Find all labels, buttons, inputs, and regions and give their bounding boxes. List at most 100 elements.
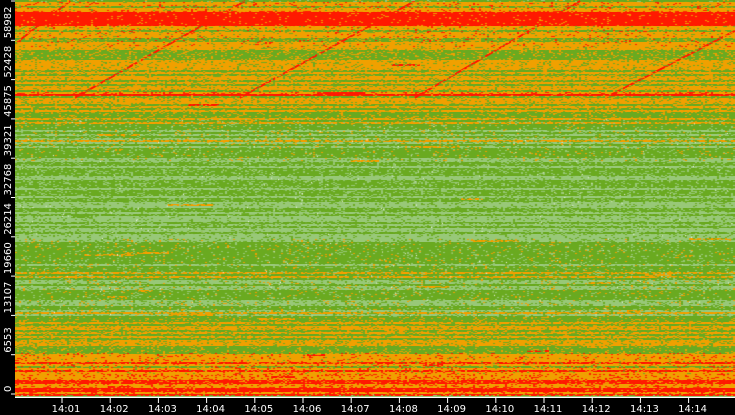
heatmap-row bbox=[15, 64, 735, 66]
heatmap-row bbox=[15, 180, 735, 182]
heatmap-segment bbox=[689, 238, 731, 240]
heatmap-row bbox=[15, 368, 735, 370]
heatmap-row bbox=[15, 390, 735, 392]
heatmap-row bbox=[15, 264, 735, 266]
heatmap-row bbox=[15, 338, 735, 340]
heatmap-segment bbox=[409, 12, 429, 14]
heatmap-segment bbox=[122, 24, 146, 26]
heatmap-row bbox=[15, 332, 735, 334]
heatmap-row bbox=[15, 36, 735, 38]
x-tick-label: 14:11 bbox=[534, 404, 563, 415]
heatmap-row bbox=[15, 192, 735, 194]
y-tick-label: 0 bbox=[3, 386, 14, 392]
heatmap-segment bbox=[240, 120, 255, 122]
heatmap-row bbox=[15, 60, 735, 62]
heatmap-row bbox=[15, 88, 735, 90]
heatmap-row bbox=[15, 6, 735, 8]
heatmap-segment bbox=[72, 216, 93, 218]
heatmap-row bbox=[15, 108, 735, 110]
heatmap-row bbox=[15, 270, 735, 272]
heatmap-row bbox=[15, 198, 735, 200]
heatmap-row bbox=[15, 246, 735, 248]
y-tick-label: 32768 bbox=[3, 164, 14, 196]
heatmap-segment bbox=[334, 16, 375, 18]
heatmap-segment bbox=[107, 296, 126, 298]
y-tick-label: 52428 bbox=[3, 46, 14, 78]
heatmap-segment bbox=[297, 180, 323, 182]
heatmap-segment bbox=[428, 132, 455, 134]
x-tick-label: 14:06 bbox=[293, 404, 322, 415]
heatmap-segment bbox=[586, 382, 598, 384]
heatmap-row bbox=[15, 286, 735, 288]
heatmap-row bbox=[15, 14, 735, 16]
heatmap-row bbox=[15, 370, 735, 372]
heatmap-segment bbox=[643, 274, 672, 276]
x-tick-label: 14:03 bbox=[148, 404, 177, 415]
x-tick-label: 14:10 bbox=[485, 404, 514, 415]
heatmap-row bbox=[15, 188, 735, 190]
heatmap-segment bbox=[344, 292, 391, 294]
heatmap-row bbox=[15, 234, 735, 236]
heatmap-row bbox=[15, 136, 735, 138]
heatmap-row bbox=[15, 220, 735, 222]
heatmap-row bbox=[15, 140, 735, 142]
heatmap-row bbox=[15, 50, 735, 52]
heatmap-row bbox=[15, 28, 735, 30]
heatmap-row bbox=[15, 250, 735, 252]
heatmap-row bbox=[15, 372, 735, 374]
y-tick-label: 39321 bbox=[3, 124, 14, 156]
heatmap-row bbox=[15, 144, 735, 146]
heatmap-row bbox=[15, 210, 735, 212]
heatmap-row bbox=[15, 106, 735, 108]
heatmap-segment bbox=[258, 318, 295, 320]
heatmap-row bbox=[15, 118, 735, 120]
heatmap-row bbox=[15, 92, 735, 94]
heatmap-row bbox=[15, 8, 735, 10]
heatmap-row bbox=[15, 38, 735, 40]
heatmap-segment bbox=[350, 160, 380, 162]
heatmap-row bbox=[15, 388, 735, 390]
x-axis: 14:01 14:02 14:03 14:04 14:05 14:06 14:07 14:08… bbox=[0, 397, 735, 415]
heatmap-row bbox=[15, 336, 735, 338]
heatmap-row bbox=[15, 46, 735, 48]
heatmap-row bbox=[15, 356, 735, 358]
heatmap-row bbox=[15, 48, 735, 50]
y-tick-label: 45875 bbox=[3, 85, 14, 117]
heatmap-row bbox=[15, 76, 735, 78]
heatmap-row bbox=[15, 184, 735, 186]
heatmap-row bbox=[15, 218, 735, 220]
heatmap-row bbox=[15, 124, 735, 126]
heatmap-row bbox=[15, 284, 735, 286]
heatmap-row bbox=[15, 44, 735, 46]
heatmap-row bbox=[15, 34, 735, 36]
heatmap-row bbox=[15, 2, 735, 4]
heatmap-segment bbox=[562, 94, 589, 96]
heatmap-row bbox=[15, 26, 735, 28]
heatmap-row bbox=[15, 196, 735, 198]
x-tick-label: 14:01 bbox=[52, 404, 81, 415]
heatmap-row bbox=[15, 392, 735, 394]
heatmap-segment bbox=[410, 146, 460, 148]
heatmap-row bbox=[15, 176, 735, 178]
x-tick-label: 14:08 bbox=[389, 404, 418, 415]
heatmap-row bbox=[15, 94, 735, 96]
heatmap-row bbox=[15, 244, 735, 246]
x-tick-label: 14:05 bbox=[244, 404, 273, 415]
heatmap-row bbox=[15, 128, 735, 130]
heatmap-row bbox=[15, 380, 735, 382]
heatmap-row bbox=[15, 12, 735, 14]
heatmap-segment bbox=[419, 344, 459, 346]
heatmap-row bbox=[15, 322, 735, 324]
heatmap-row bbox=[15, 290, 735, 292]
heatmap-row bbox=[15, 346, 735, 348]
heatmap-segment bbox=[167, 204, 214, 206]
heatmap-row bbox=[15, 316, 735, 318]
heatmap-row bbox=[15, 182, 735, 184]
heatmap-segment bbox=[626, 310, 641, 312]
heatmap-row bbox=[15, 126, 735, 128]
heatmap-row bbox=[15, 238, 735, 240]
heatmap-segment bbox=[461, 198, 483, 200]
heatmap-row bbox=[15, 40, 735, 42]
heatmap-row bbox=[15, 32, 735, 34]
heatmap-segment bbox=[107, 386, 131, 388]
